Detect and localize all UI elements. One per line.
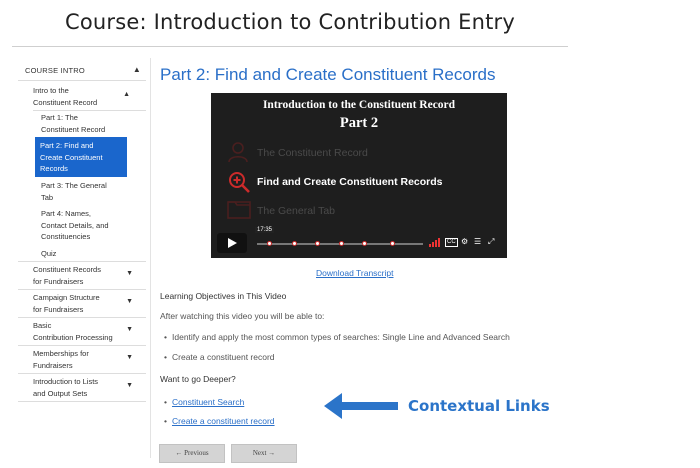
- chevron-down-icon[interactable]: ▼: [126, 380, 133, 392]
- video-time: 17:35: [255, 227, 275, 233]
- sidebar-item-basic-contribution[interactable]: Basic Contribution Processing ▼: [33, 320, 133, 343]
- sidebar-item-label: Part 3: The General: [41, 181, 107, 190]
- sidebar-item-label: Records: [40, 164, 68, 173]
- video-row-general-tab: The General Tab: [257, 205, 336, 217]
- chevron-down-icon[interactable]: ▼: [126, 268, 133, 280]
- video-player[interactable]: Introduction to the Constituent Record P…: [211, 93, 507, 258]
- objectives-intro: After watching this video you will be ab…: [160, 311, 325, 321]
- sidebar-divider: [18, 345, 146, 346]
- sidebar-item-part-4[interactable]: Part 4: Names, Contact Details, and Cons…: [41, 208, 129, 243]
- arrow-left-icon: [324, 393, 398, 419]
- sidebar-item-quiz[interactable]: Quiz: [41, 248, 129, 260]
- sidebar-item-label: Constituent Records: [33, 265, 101, 274]
- fullscreen-icon[interactable]: ⤢: [488, 237, 494, 247]
- constituent-search-link[interactable]: Constituent Search: [172, 397, 244, 407]
- sidebar-divider: [18, 373, 146, 374]
- sidebar-item-part-1[interactable]: Part 1: The Constituent Record: [41, 112, 129, 135]
- list-item: Create a constituent record: [164, 416, 275, 426]
- video-controls: 17:35 CC ⚙ ☰ ⤢: [211, 227, 507, 258]
- sidebar-item-label: Contribution Processing: [33, 332, 113, 342]
- sidebar-divider: [18, 80, 146, 81]
- person-icon: [228, 142, 248, 163]
- list-item: Constituent Search: [164, 397, 244, 407]
- sidebar-item-label: Basic: [33, 321, 52, 330]
- sidebar-item-label: and Output Sets: [33, 388, 88, 398]
- video-row-constituent-record: The Constituent Record: [257, 147, 368, 159]
- sidebar-item-lists-output[interactable]: Introduction to Lists and Output Sets ▼: [33, 376, 133, 399]
- video-scrubber[interactable]: [257, 241, 423, 246]
- sidebar-item-memberships[interactable]: Memberships for Fundraisers ▼: [33, 348, 133, 371]
- chapter-marker[interactable]: [339, 241, 344, 246]
- gear-icon[interactable]: ⚙: [461, 237, 468, 247]
- sidebar-item-label: Part 2: Find and: [40, 141, 94, 150]
- captions-icon[interactable]: CC: [445, 238, 458, 247]
- sidebar-header[interactable]: COURSE INTRO ▲: [25, 65, 147, 75]
- download-transcript-link[interactable]: Download Transcript: [316, 268, 393, 278]
- sidebar-item-label: Create Constituent: [40, 152, 103, 162]
- lesson-heading: Part 2: Find and Create Constituent Reco…: [160, 65, 496, 84]
- sidebar-item-label: Intro to the: [33, 86, 69, 95]
- chapter-marker[interactable]: [390, 241, 395, 246]
- sidebar-item-part-3[interactable]: Part 3: The General Tab: [41, 180, 129, 203]
- video-title: Introduction to the Constituent Record: [262, 99, 456, 111]
- chevron-down-icon[interactable]: ▼: [126, 352, 133, 364]
- chapters-list-icon[interactable]: ☰: [474, 237, 481, 247]
- next-button[interactable]: Next →: [231, 444, 297, 463]
- chapter-marker[interactable]: [315, 241, 320, 246]
- contextual-links-annotation: Contextual Links: [408, 397, 550, 415]
- sidebar-item-part-2-active[interactable]: Part 2: Find and Create Constituent Reco…: [35, 137, 127, 177]
- sidebar-item-label: Part 4: Names,: [41, 209, 92, 218]
- sidebar-divider: [18, 317, 146, 318]
- sidebar-item-label: Constituent Record: [33, 97, 98, 107]
- chevron-up-icon[interactable]: ▲: [133, 65, 141, 74]
- sidebar-item-label: for Fundraisers: [33, 276, 84, 286]
- chevron-down-icon[interactable]: ▼: [126, 324, 133, 336]
- play-icon[interactable]: [217, 233, 247, 253]
- magnifier-plus-icon: [229, 172, 250, 193]
- previous-button[interactable]: ← Previous: [159, 444, 225, 463]
- objective-item: Identify and apply the most common types…: [164, 332, 510, 342]
- sidebar-item-label: Memberships for: [33, 349, 89, 358]
- page-title: Course: Introduction to Contribution Ent…: [64, 10, 515, 34]
- chevron-up-icon[interactable]: ▲: [123, 89, 130, 101]
- video-subtitle: Part 2: [339, 115, 379, 131]
- sidebar-item-label: Campaign Structure: [33, 293, 100, 302]
- sidebar-item-label: Part 1: The: [41, 113, 78, 122]
- sidebar-item-campaign-structure[interactable]: Campaign Structure for Fundraisers ▼: [33, 292, 133, 315]
- sidebar-item-label: Tab: [41, 192, 54, 202]
- video-row-find-create: Find and Create Constituent Records: [257, 176, 443, 188]
- sidebar-item-label: Introduction to Lists: [33, 377, 99, 386]
- sidebar-item-label: Quiz: [41, 249, 57, 258]
- sidebar-divider: [18, 261, 146, 262]
- chapter-marker[interactable]: [362, 241, 367, 246]
- objective-item: Create a constituent record: [164, 352, 274, 362]
- sidebar-header-label: COURSE INTRO: [25, 66, 85, 75]
- chapter-marker[interactable]: [267, 241, 272, 246]
- folder-icon: [227, 201, 251, 219]
- sidebar-item-label: Constituencies: [41, 232, 91, 241]
- sidebar-item-intro-constituent-record[interactable]: Intro to the Constituent Record ▲: [33, 85, 130, 108]
- deeper-heading: Want to go Deeper?: [160, 374, 236, 384]
- sidebar-item-label: Contact Details, and: [41, 220, 109, 230]
- sidebar-edge: [150, 58, 151, 458]
- create-constituent-record-link[interactable]: Create a constituent record: [172, 416, 275, 426]
- chevron-down-icon[interactable]: ▼: [126, 296, 133, 308]
- sidebar-item-label: Constituent Record: [41, 124, 106, 134]
- course-sidebar: COURSE INTRO ▲ Intro to the Constituent …: [18, 58, 147, 460]
- volume-icon[interactable]: [429, 238, 442, 247]
- sidebar-divider: [18, 401, 146, 402]
- sidebar-item-label: Fundraisers: [33, 360, 73, 370]
- sidebar-item-label: for Fundraisers: [33, 304, 84, 314]
- sidebar-divider: [18, 289, 146, 290]
- chapter-marker[interactable]: [292, 241, 297, 246]
- title-divider: [12, 46, 568, 47]
- sidebar-item-constituent-records[interactable]: Constituent Records for Fundraisers ▼: [33, 264, 133, 287]
- objectives-heading: Learning Objectives in This Video: [160, 291, 287, 301]
- sidebar-divider: [33, 110, 146, 111]
